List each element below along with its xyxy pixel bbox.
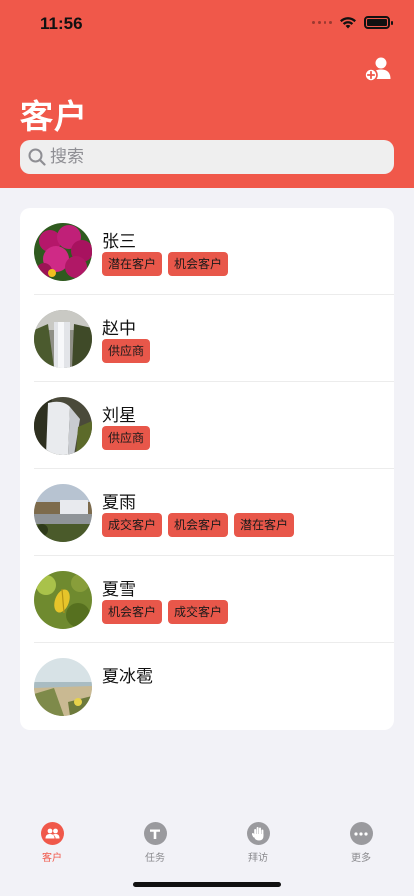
status-bar: 11:56: [0, 0, 414, 48]
customer-row-xiabingbao[interactable]: 夏冰雹: [20, 643, 394, 730]
status-badge: 机会客户: [168, 252, 229, 276]
wifi-icon: [340, 17, 356, 29]
customer-name: 刘星: [102, 406, 136, 426]
status-badge: 潜在客户: [102, 252, 163, 276]
status-time: 11:56: [40, 14, 83, 33]
customer-row-xiaxue[interactable]: 夏雪 机会客户 成交客户: [20, 556, 394, 643]
tab-customers[interactable]: 客户: [22, 822, 82, 864]
avatar: [34, 484, 92, 542]
avatar: [34, 310, 92, 368]
tab-more[interactable]: 更多: [331, 822, 391, 864]
tab-label: 客户: [42, 853, 62, 864]
tab-tasks[interactable]: 任务: [125, 822, 185, 864]
tab-label: 任务: [145, 853, 165, 864]
customer-row-liuxing[interactable]: 刘星 供应商: [20, 382, 394, 469]
hand-icon: [246, 822, 270, 845]
task-icon: [143, 822, 167, 845]
customer-row-zhaozhong[interactable]: 赵中 供应商: [20, 295, 394, 382]
status-badge: 机会客户: [102, 600, 163, 624]
tab-visits[interactable]: 拜访: [228, 822, 288, 864]
customer-name: 赵中: [102, 319, 136, 339]
customer-row-xiayu[interactable]: 夏雨 成交客户 机会客户 潜在客户: [20, 469, 394, 556]
avatar: [34, 571, 92, 629]
cellular-signal-icon: [312, 20, 332, 26]
header: 11:56 客户: [0, 0, 414, 188]
people-icon: [40, 822, 64, 845]
customer-list: 张三 潜在客户 机会客户 赵中 供应商 刘星 供应商 夏雨 成交客户 机会客户 …: [20, 208, 394, 730]
customer-name: 夏雨: [102, 493, 136, 513]
customer-name: 夏雪: [102, 580, 136, 600]
avatar: [34, 397, 92, 455]
search-icon: [28, 148, 46, 166]
search-bar[interactable]: [20, 140, 394, 174]
status-icons: [312, 16, 393, 29]
status-badge: 供应商: [102, 339, 151, 363]
customer-tags: 成交客户 机会客户 潜在客户: [102, 513, 295, 537]
status-badge: 成交客户: [168, 600, 229, 624]
home-indicator: [133, 882, 281, 887]
status-badge: 成交客户: [102, 513, 163, 537]
avatar: [34, 658, 92, 716]
tab-label: 更多: [351, 853, 371, 864]
customer-tags: 机会客户 成交客户: [102, 600, 229, 624]
customer-name: 夏冰雹: [102, 667, 153, 687]
battery-icon: [364, 16, 393, 29]
customer-tags: 供应商: [102, 339, 151, 363]
status-badge: 供应商: [102, 426, 151, 450]
search-input[interactable]: [50, 147, 370, 167]
customer-tags: 供应商: [102, 426, 151, 450]
customer-name: 张三: [102, 232, 136, 252]
add-user-icon[interactable]: [364, 56, 392, 82]
status-badge: 潜在客户: [234, 513, 295, 537]
page-title: 客户: [20, 97, 88, 136]
status-badge: 机会客户: [168, 513, 229, 537]
customer-row-zhangsan[interactable]: 张三 潜在客户 机会客户: [20, 208, 394, 295]
tab-label: 拜访: [248, 853, 268, 864]
more-icon: [349, 822, 373, 845]
customer-tags: 潜在客户 机会客户: [102, 252, 229, 276]
avatar: [34, 223, 92, 281]
